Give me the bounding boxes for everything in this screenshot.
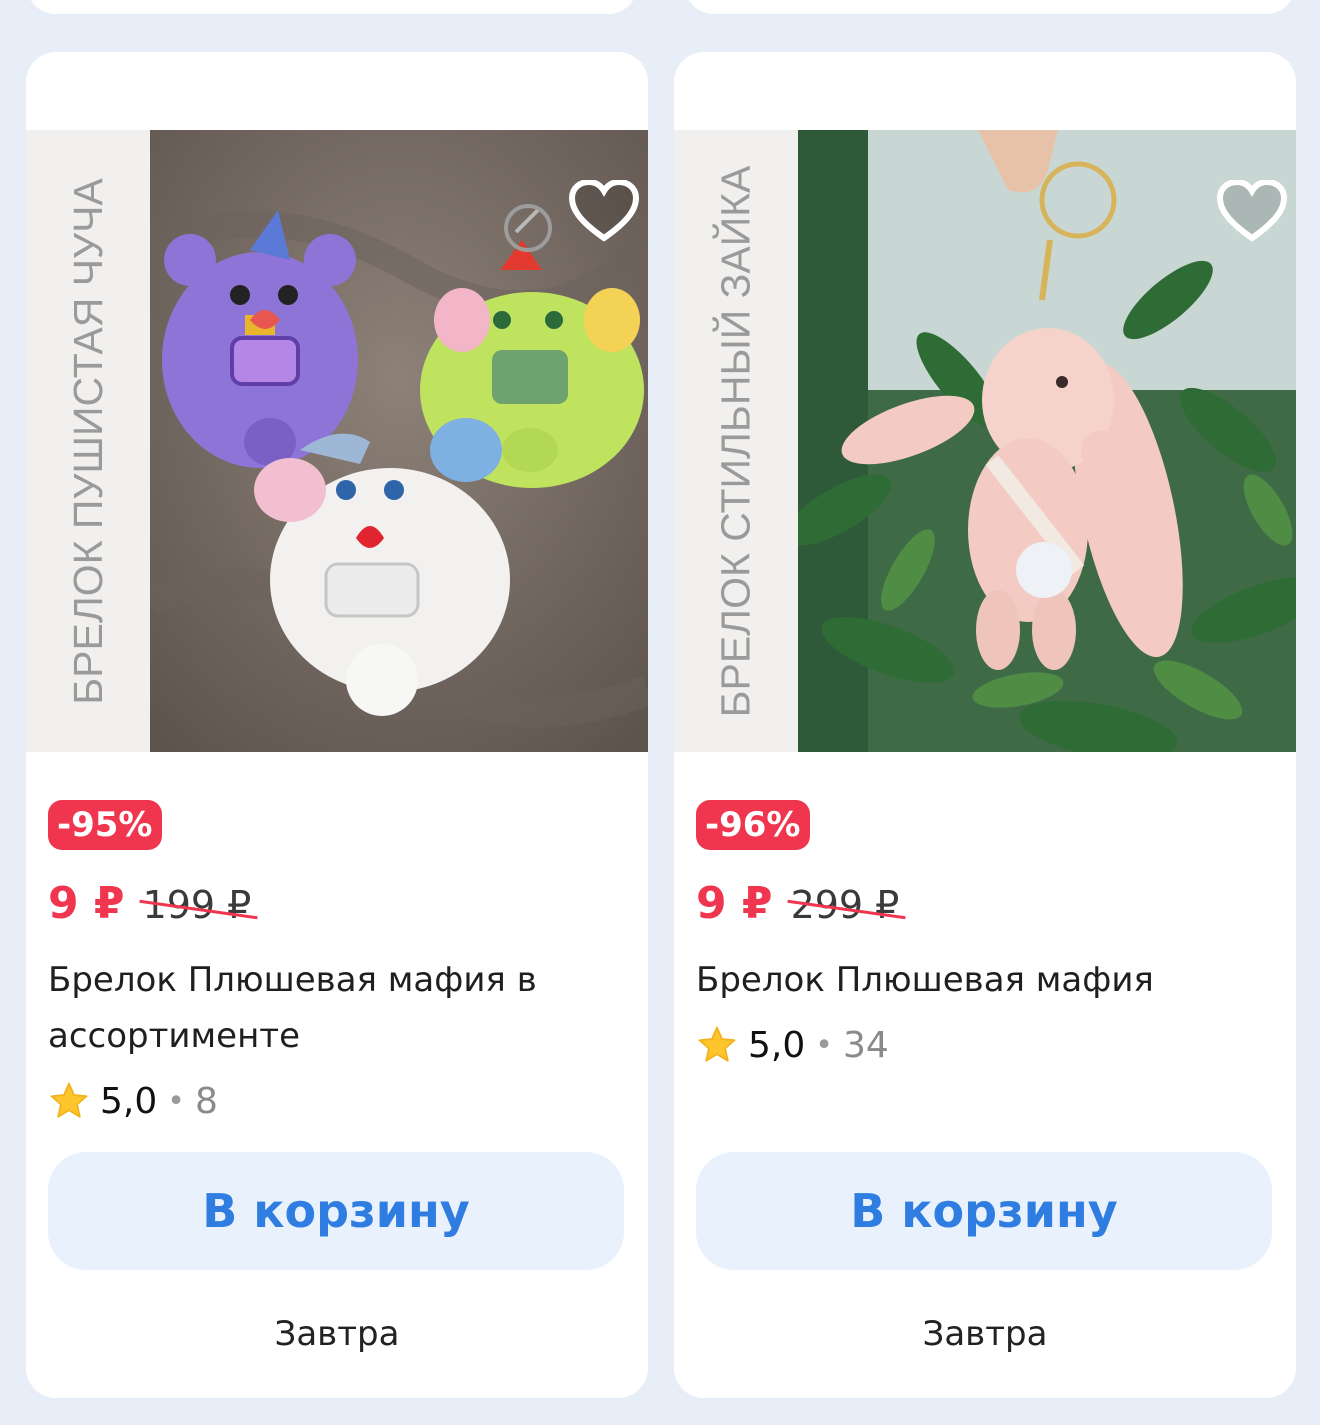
product-card[interactable]: БРЕЛОК ПУШИСТАЯ ЧУЧА -95% 9 ₽ 199 ₽ Брел… xyxy=(26,52,648,1398)
rating-value: 5,0 xyxy=(748,1024,806,1066)
product-card[interactable]: БРЕЛОК СТИЛЬНЫЙ ЗАЙКА -96% 9 ₽ 299 ₽ Бре… xyxy=(674,52,1296,1398)
star-icon xyxy=(698,1026,736,1062)
product-title[interactable]: Брелок Плюшевая мафия в ассортименте xyxy=(48,952,608,1064)
image-side-caption: БРЕЛОК СТИЛЬНЫЙ ЗАЙКА xyxy=(712,165,759,717)
delivery-date: Завтра xyxy=(274,1314,400,1354)
current-price: 9 ₽ xyxy=(696,878,773,929)
rating-separator: • xyxy=(167,1083,185,1119)
image-side-caption: БРЕЛОК ПУШИСТАЯ ЧУЧА xyxy=(64,177,111,705)
add-to-cart-button[interactable]: В корзину xyxy=(48,1152,624,1270)
delivery-date: Завтра xyxy=(922,1314,1048,1354)
discount-badge: -96% xyxy=(696,800,810,850)
product-image[interactable]: БРЕЛОК СТИЛЬНЫЙ ЗАЙКА xyxy=(674,130,1296,752)
add-to-cart-button[interactable]: В корзину xyxy=(696,1152,1272,1270)
current-price: 9 ₽ xyxy=(48,878,125,929)
old-price: 199 ₽ xyxy=(142,883,252,927)
heart-outline-icon[interactable] xyxy=(568,178,640,244)
rating-value: 5,0 xyxy=(100,1080,158,1122)
discount-badge: -95% xyxy=(48,800,162,850)
old-price: 299 ₽ xyxy=(790,883,900,927)
previous-card-bottom xyxy=(684,0,1296,14)
rating: 5,0 • 34 xyxy=(696,1024,889,1066)
review-count[interactable]: 8 xyxy=(195,1081,218,1122)
product-title[interactable]: Брелок Плюшевая мафия xyxy=(696,952,1256,1008)
review-count[interactable]: 34 xyxy=(843,1025,889,1066)
star-icon xyxy=(50,1082,88,1118)
price-block: 9 ₽ 299 ₽ xyxy=(696,878,899,929)
heart-outline-icon[interactable] xyxy=(1216,178,1288,244)
previous-card-bottom xyxy=(26,0,638,14)
rating: 5,0 • 8 xyxy=(48,1080,218,1122)
price-block: 9 ₽ 199 ₽ xyxy=(48,878,251,929)
product-image[interactable]: БРЕЛОК ПУШИСТАЯ ЧУЧА xyxy=(26,130,648,752)
rating-separator: • xyxy=(815,1027,833,1063)
